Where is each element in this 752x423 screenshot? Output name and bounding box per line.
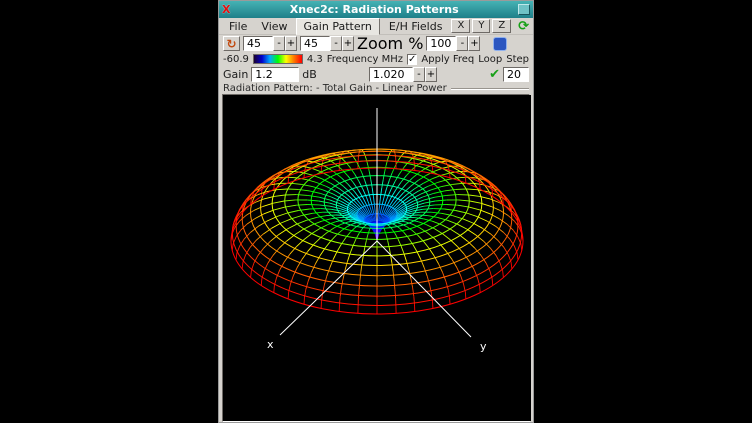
azimuth-input[interactable]: 45	[243, 36, 273, 51]
elevation-input[interactable]: 45	[300, 36, 330, 51]
app-icon: X	[222, 4, 230, 15]
gain-row: Gain 1.2 dB 1.020 - + ✔ 20	[219, 66, 533, 83]
apply-check-icon[interactable]: ✔	[489, 67, 500, 82]
zoom-increment-button[interactable]: +	[468, 36, 480, 51]
titlebar[interactable]: X Xnec2c: Radiation Patterns	[219, 1, 533, 18]
rotate-icon[interactable]: ↻	[223, 36, 240, 51]
frequency-decrement-button[interactable]: -	[413, 67, 425, 82]
menu-file[interactable]: File	[223, 19, 253, 34]
tab-eh-fields[interactable]: E/H Fields	[382, 19, 450, 34]
refresh-icon[interactable]: ⟳	[518, 20, 529, 33]
desktop: X Xnec2c: Radiation Patterns File View G…	[0, 0, 752, 423]
zoom-label: Zoom %	[357, 34, 423, 53]
elevation-decrement-button[interactable]: -	[330, 36, 342, 51]
tab-gain-pattern[interactable]: Gain Pattern	[296, 18, 380, 35]
xnec2c-window: X Xnec2c: Radiation Patterns File View G…	[218, 0, 534, 423]
radiation-pattern-plot[interactable]: xy	[223, 95, 531, 421]
min-gain-label: -60.9	[223, 54, 249, 65]
reset-view-icon[interactable]	[493, 37, 507, 51]
colorscale	[253, 54, 303, 64]
frequency-increment-button[interactable]: +	[425, 67, 437, 82]
view-x-button[interactable]: X	[451, 19, 470, 33]
apply-freq-label: Apply Freq	[421, 54, 474, 65]
menubar: File View Gain Pattern E/H Fields X Y Z …	[219, 18, 533, 35]
zoom-decrement-button[interactable]: -	[456, 36, 468, 51]
steps-input[interactable]: 20	[503, 67, 529, 82]
radiation-pattern-canvas[interactable]: xy	[222, 94, 530, 422]
view-y-button[interactable]: Y	[472, 19, 490, 33]
pattern-frame-label: Radiation Pattern: - Total Gain - Linear…	[219, 83, 533, 94]
step-label: Step	[506, 54, 529, 65]
frequency-label: Frequency MHz	[327, 54, 403, 65]
x-axis-label: x	[267, 338, 274, 351]
db-label: dB	[302, 68, 317, 81]
frequency-spinner: 1.020 - +	[369, 67, 437, 82]
gain-value[interactable]: 1.2	[251, 67, 299, 82]
menu-view[interactable]: View	[255, 19, 293, 34]
zoom-spinner: 100 - +	[426, 36, 480, 51]
iconify-button[interactable]	[518, 4, 530, 15]
azimuth-spinner: 45 - +	[243, 36, 297, 51]
apply-freq-checkbox[interactable]: ✓	[407, 54, 417, 65]
frame-divider	[451, 88, 529, 90]
rotation-toolbar: ↻ 45 - + 45 - + Zoom % 100 - +	[219, 35, 533, 52]
y-axis-label: y	[480, 340, 487, 353]
gain-label: Gain	[223, 68, 248, 81]
elevation-spinner: 45 - +	[300, 36, 354, 51]
pattern-title: Radiation Pattern: - Total Gain - Linear…	[223, 83, 447, 94]
scale-row: -60.9 4.3 Frequency MHz ✓ Apply Freq Loo…	[219, 52, 533, 66]
zoom-input[interactable]: 100	[426, 36, 456, 51]
elevation-increment-button[interactable]: +	[342, 36, 354, 51]
window-title: Xnec2c: Radiation Patterns	[234, 3, 514, 16]
azimuth-increment-button[interactable]: +	[285, 36, 297, 51]
azimuth-decrement-button[interactable]: -	[273, 36, 285, 51]
max-gain-label: 4.3	[307, 54, 323, 65]
frequency-input[interactable]: 1.020	[369, 67, 413, 82]
view-z-button[interactable]: Z	[492, 19, 511, 33]
loop-label: Loop	[478, 54, 502, 65]
